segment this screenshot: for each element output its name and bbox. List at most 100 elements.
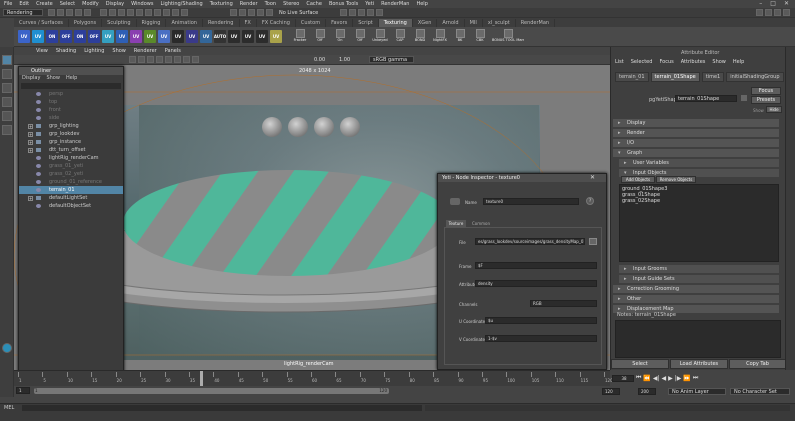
menu-lighting-shading[interactable]: Lighting/Shading — [160, 1, 202, 7]
range-end-field[interactable]: 120 — [602, 388, 620, 395]
mask-dynamics-icon[interactable] — [172, 9, 179, 16]
mode-dropdown[interactable]: Rendering — [3, 9, 43, 16]
shelf-script-button[interactable]: CAP — [392, 29, 408, 45]
outliner-search[interactable] — [21, 83, 121, 89]
ae-menu-focus[interactable]: Focus — [659, 59, 673, 65]
v-coordinate-field[interactable]: 1-$v — [485, 335, 597, 342]
shelf-script-button[interactable]: CBK — [472, 29, 488, 45]
attribute-field[interactable]: density — [475, 280, 597, 287]
shelf-tool-icon[interactable]: OFF — [88, 30, 100, 43]
mask-curves-icon[interactable] — [145, 9, 152, 16]
isolate-icon[interactable] — [192, 56, 199, 63]
step-forward-key-icon[interactable]: ⏩ — [683, 375, 690, 382]
ae-tab[interactable]: initialShadingGroup — [726, 72, 784, 82]
snap-point-icon[interactable] — [248, 9, 255, 16]
ae-section-render[interactable]: Render — [613, 129, 779, 137]
expand-icon[interactable]: + — [28, 196, 33, 201]
add-objects-button[interactable]: Add Objects — [621, 176, 655, 183]
shelf-script-button[interactable]: On — [332, 29, 348, 45]
input-object-item[interactable]: grass_02Shape — [622, 198, 776, 204]
shelf-tab[interactable]: Polygons — [69, 19, 103, 27]
select-hierarchy-icon[interactable] — [100, 9, 107, 16]
shelf-script-button[interactable]: BK — [452, 29, 468, 45]
shelf-tool-icon[interactable]: ON — [74, 30, 86, 43]
viewport-menu-panels[interactable]: Panels — [165, 48, 181, 54]
ipr-render-icon[interactable] — [358, 9, 365, 16]
go-to-start-icon[interactable]: ⏮ — [636, 374, 641, 382]
shelf-script-button[interactable]: Off — [312, 29, 328, 45]
ae-menu-selected[interactable]: Selected — [631, 59, 653, 65]
shelf-tool-icon[interactable]: AUTO — [214, 30, 226, 43]
mask-render-icon[interactable] — [181, 9, 188, 16]
ae-tab[interactable]: terrain_01 — [615, 72, 649, 82]
shelf-script-button[interactable]: NightFX — [432, 29, 448, 45]
color-space-dropdown[interactable]: sRGB gamma — [369, 56, 414, 63]
shelf-tab[interactable]: xl_sculpt — [483, 19, 516, 27]
ae-tab[interactable]: terrain_01Shape — [650, 72, 700, 82]
maximize-icon[interactable]: □ — [770, 0, 776, 7]
outliner-row[interactable]: + grp_instance — [19, 138, 123, 146]
gamma-value[interactable]: 1.00 — [339, 57, 350, 63]
play-back-icon[interactable]: ◀ — [662, 375, 667, 382]
mask-deform-icon[interactable] — [163, 9, 170, 16]
snap-curve-icon[interactable] — [239, 9, 246, 16]
outliner-row[interactable]: lightRig_renderCam — [19, 154, 123, 162]
step-back-key-icon[interactable]: ⏪ — [643, 375, 650, 382]
outliner-row[interactable]: front — [19, 106, 123, 114]
menu-cache[interactable]: Cache — [306, 1, 322, 7]
smooth-shade-icon[interactable] — [147, 56, 154, 63]
shelf-tab[interactable]: Texturing — [378, 19, 413, 27]
undo-icon[interactable] — [75, 9, 82, 16]
node-connect-icon[interactable] — [741, 95, 747, 101]
ae-tab[interactable]: time1 — [701, 72, 725, 82]
tab-common[interactable]: Common — [469, 220, 493, 227]
exposure-value[interactable]: 0.00 — [314, 57, 325, 63]
textured-icon[interactable] — [156, 56, 163, 63]
select-button[interactable]: Select — [611, 359, 669, 369]
menu-toon[interactable]: Toon — [265, 1, 277, 7]
outliner-row[interactable]: + grp_lookdev — [19, 130, 123, 138]
paint-select-icon[interactable] — [2, 83, 12, 93]
outliner-row[interactable]: defaultObjectSet — [19, 202, 123, 210]
open-scene-icon[interactable] — [57, 9, 64, 16]
outliner-row[interactable]: + dtt_turn_offset — [19, 146, 123, 154]
mask-joints-icon[interactable] — [136, 9, 143, 16]
shelf-tool-icon[interactable]: UV — [172, 30, 184, 43]
shelf-tool-icon[interactable]: UV — [228, 30, 240, 43]
outliner-menu-show[interactable]: Show — [46, 75, 60, 82]
shelf-tab[interactable]: Animation — [166, 19, 203, 27]
shelf-tool-icon[interactable]: UV — [144, 30, 156, 43]
step-forward-icon[interactable]: |▶ — [675, 375, 682, 382]
hypershade-icon[interactable] — [376, 9, 383, 16]
u-coordinate-field[interactable]: $u — [485, 317, 597, 324]
ae-menu-attributes[interactable]: Attributes — [681, 59, 706, 65]
outliner-row[interactable]: grass_01_yeti — [19, 162, 123, 170]
shelf-script-button[interactable]: Unkeyed — [372, 29, 388, 45]
range-slider[interactable]: 1 120 — [34, 388, 389, 394]
focus-button[interactable]: Focus — [751, 87, 781, 95]
menu-texturing[interactable]: Texturing — [210, 1, 233, 7]
notes-field[interactable] — [615, 320, 781, 358]
shelf-tab[interactable]: RenderMan — [516, 19, 556, 27]
shelf-script-button[interactable]: BOND — [412, 29, 428, 45]
time-slider[interactable]: 1 5 10 15 20 25 30 35 40 45 50 55 60 65 70 75 80 85 90 95 10… — [14, 370, 613, 386]
shelf-tab[interactable]: Custom — [296, 19, 327, 27]
presets-button[interactable]: Presets — [751, 96, 781, 104]
camera-icon[interactable] — [129, 56, 136, 63]
expand-icon[interactable]: + — [28, 148, 33, 153]
help-icon[interactable]: ? — [586, 197, 594, 205]
name-field[interactable]: texture0 — [483, 198, 579, 205]
shadows-icon[interactable] — [174, 56, 181, 63]
ae-section-other[interactable]: Other — [613, 295, 779, 303]
menu-file[interactable]: File — [4, 1, 12, 7]
ae-section-i-o[interactable]: I/O — [613, 139, 779, 147]
inspector-title[interactable]: Yeti - Node Inspector - texture0 — [438, 174, 606, 182]
menu-select[interactable]: Select — [60, 1, 75, 7]
menu-stereo[interactable]: Stereo — [283, 1, 299, 7]
shelf-tab[interactable]: Sculpting — [102, 19, 137, 27]
range-start-field[interactable]: 1 — [16, 387, 30, 394]
snap-view-plane-icon[interactable] — [257, 9, 264, 16]
menu-help[interactable]: Help — [416, 1, 427, 7]
shelf-tool-icon[interactable]: UV — [186, 30, 198, 43]
shelf-tool-icon[interactable]: UV — [158, 30, 170, 43]
